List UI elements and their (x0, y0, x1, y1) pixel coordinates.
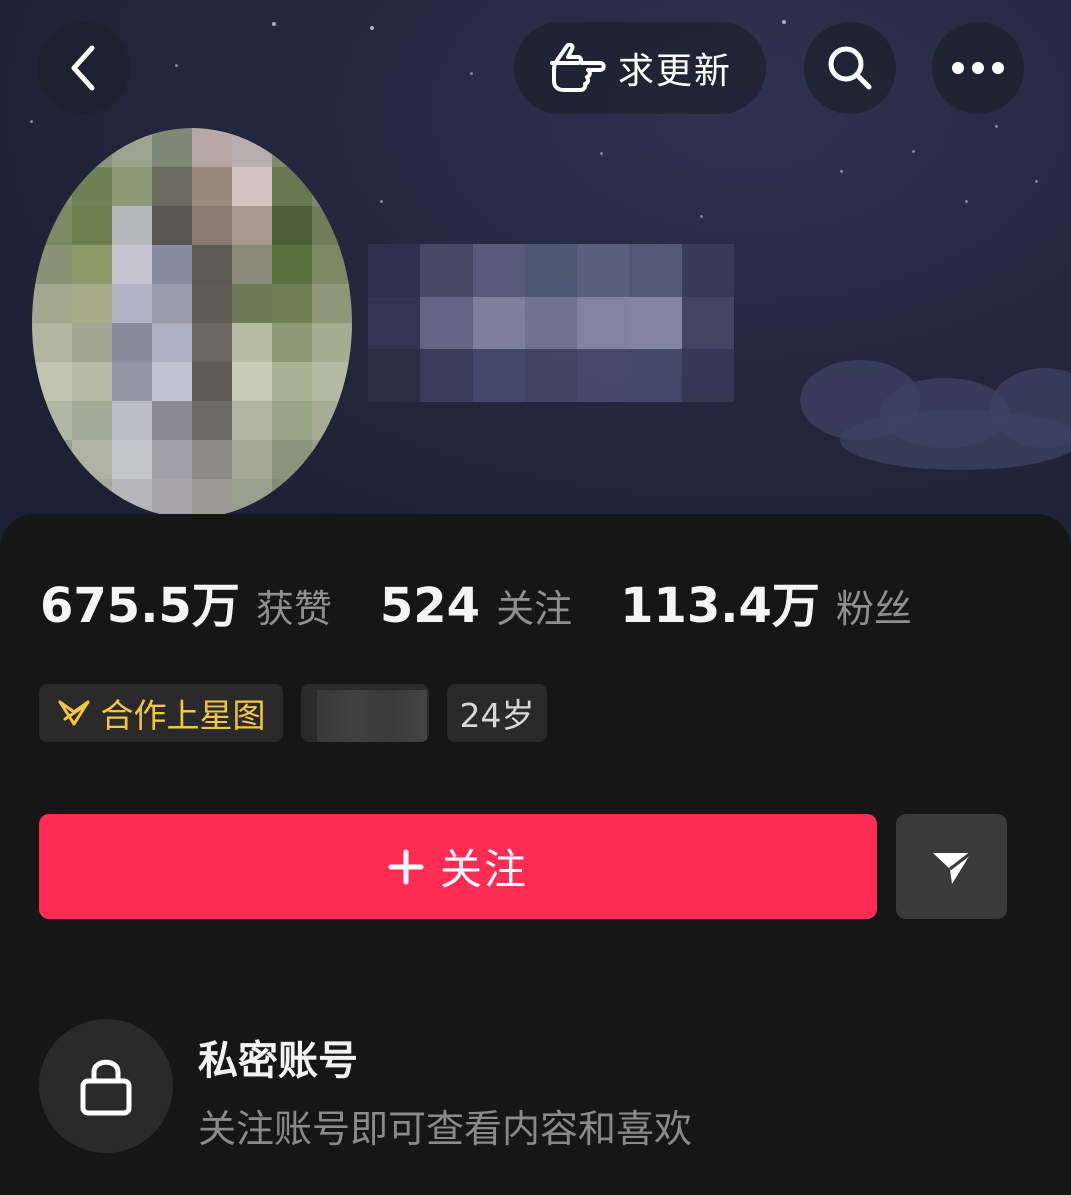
avatar[interactable] (32, 128, 352, 518)
location-tag-obscured (301, 684, 429, 742)
send-message-button[interactable] (896, 814, 1007, 919)
private-account-description: 关注账号即可查看内容和喜欢 (198, 1107, 693, 1151)
plus-icon (388, 849, 424, 884)
star-decoration (380, 200, 383, 203)
star-decoration (840, 170, 843, 173)
lock-icon (80, 1059, 132, 1116)
request-update-button[interactable]: 求更新 (514, 22, 766, 114)
username-obscured (368, 244, 734, 402)
follow-button-label: 关注 (439, 845, 528, 894)
star-decoration (470, 72, 473, 75)
private-account-title: 私密账号 (198, 1038, 358, 1084)
xingtu-logo-icon (58, 700, 89, 726)
follow-button[interactable]: 关注 (39, 814, 877, 919)
chevron-left-icon (71, 45, 95, 91)
star-decoration (912, 150, 915, 153)
star-decoration (370, 26, 374, 30)
lock-badge (39, 1019, 173, 1153)
xingtu-cooperation-tag[interactable]: 合作上星图 (39, 684, 283, 742)
pointing-hand-icon (549, 43, 606, 92)
following-label[interactable]: 关注 (496, 578, 572, 633)
more-dots-icon (952, 62, 1004, 74)
star-decoration (272, 22, 276, 26)
star-decoration (1035, 180, 1038, 183)
star-decoration (700, 215, 703, 218)
star-decoration (600, 152, 603, 155)
profile-stats: 675.5万 获赞 524 关注 113.4万 粉丝 (40, 566, 960, 636)
blurred-tag-content (317, 690, 427, 742)
search-button[interactable] (804, 22, 896, 114)
likes-label: 获赞 (255, 587, 332, 631)
cloud-decoration (840, 410, 1071, 470)
following-count[interactable]: 524 (380, 578, 480, 634)
send-icon (932, 851, 972, 884)
star-decoration (175, 64, 178, 67)
request-update-label: 求更新 (617, 51, 732, 92)
star-decoration (965, 200, 968, 203)
followers-count[interactable]: 113.4万 (620, 566, 820, 636)
more-button[interactable] (932, 22, 1024, 114)
xingtu-tag-label: 合作上星图 (100, 696, 266, 735)
search-icon (828, 46, 872, 90)
star-decoration (995, 125, 998, 128)
followers-label[interactable]: 粉丝 (836, 578, 912, 633)
age-tag: 24岁 (447, 684, 547, 742)
star-decoration (782, 20, 786, 24)
back-button[interactable] (38, 22, 130, 114)
likes-count: 675.5万 (40, 578, 240, 634)
star-decoration (30, 120, 33, 123)
